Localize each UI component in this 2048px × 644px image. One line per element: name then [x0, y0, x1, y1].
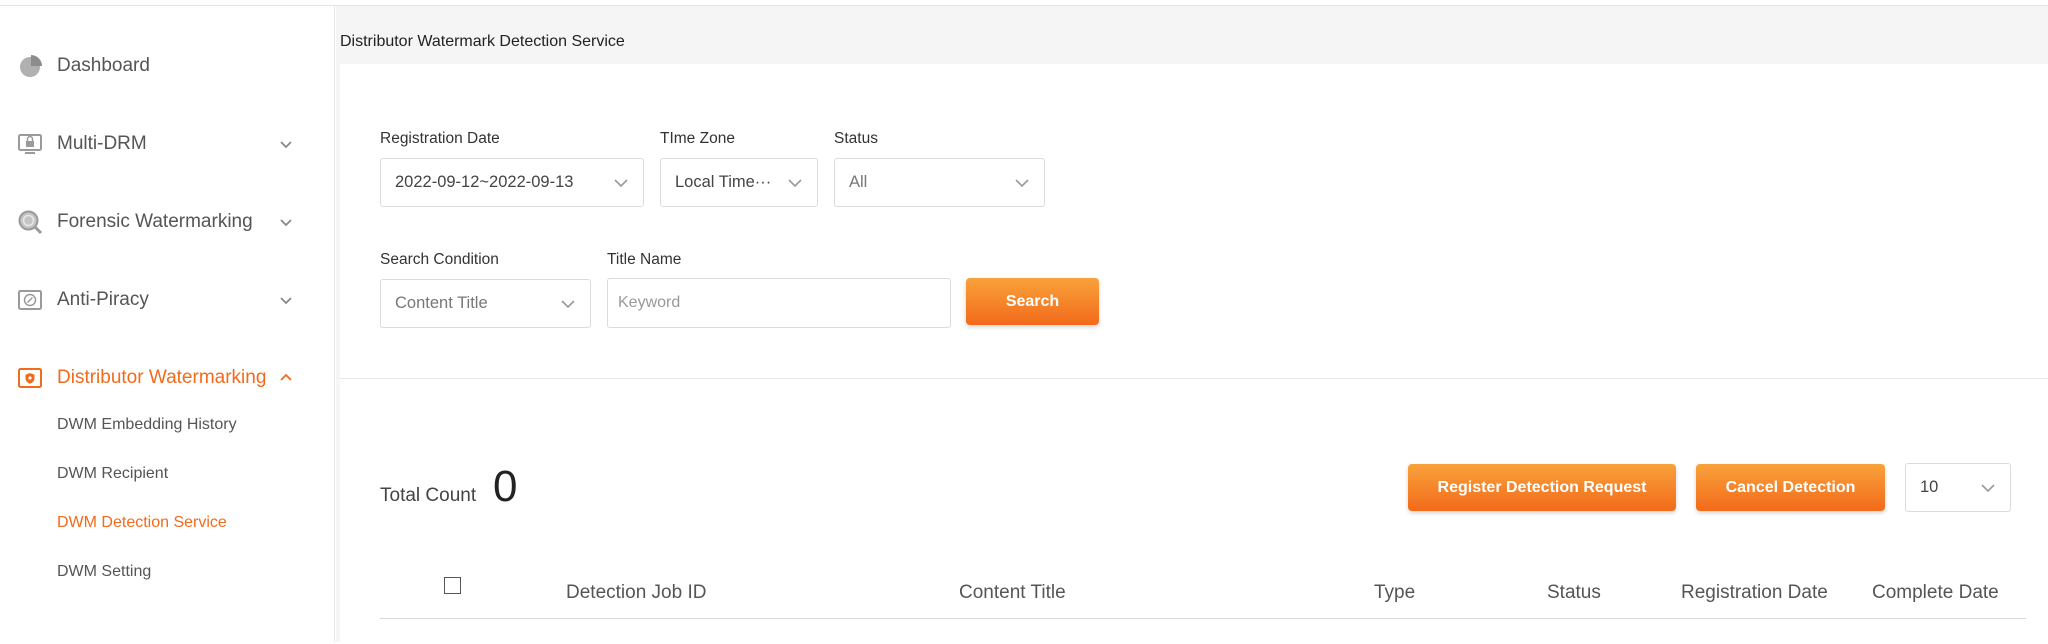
- chevron-up-icon: [280, 373, 292, 381]
- chevron-down-icon: [614, 179, 628, 188]
- sidebar-item-label: Multi-DRM: [57, 133, 147, 154]
- main-content: Distributor Watermark Detection Service …: [336, 6, 2048, 644]
- registration-date-value: 2022-09-12~2022-09-13: [395, 173, 574, 191]
- chevron-down-icon: [280, 297, 292, 305]
- table-header-divider: [380, 618, 2026, 619]
- status-label: Status: [834, 130, 878, 147]
- sidebar-item-label: Forensic Watermarking: [57, 211, 253, 232]
- search-condition-select[interactable]: Content Title: [380, 279, 591, 328]
- content-card: Registration Date 2022-09-12~2022-09-13 …: [340, 64, 2048, 644]
- title-name-label: Title Name: [607, 251, 682, 268]
- sidebar-item-multi-drm[interactable]: Multi-DRM: [0, 124, 335, 164]
- register-detection-request-button[interactable]: Register Detection Request: [1408, 464, 1676, 511]
- column-header-detection-job-id[interactable]: Detection Job ID: [566, 582, 706, 604]
- section-divider: [340, 378, 2048, 379]
- shield-frame-icon: [16, 364, 44, 392]
- monitor-lock-icon: [16, 130, 44, 158]
- magnifier-icon: [16, 208, 44, 236]
- registration-date-label: Registration Date: [380, 130, 500, 147]
- sidebar: Dashboard Multi-DRM Forensic Watermarkin…: [0, 6, 335, 642]
- column-header-content-title[interactable]: Content Title: [959, 582, 1066, 604]
- time-zone-select[interactable]: Local Time···: [660, 158, 818, 207]
- chevron-down-icon: [280, 219, 292, 227]
- cancel-detection-button[interactable]: Cancel Detection: [1696, 464, 1885, 511]
- sidebar-item-label: Distributor Watermarking: [57, 367, 267, 388]
- page-title: Distributor Watermark Detection Service: [340, 33, 625, 50]
- column-header-type[interactable]: Type: [1374, 582, 1415, 604]
- sidebar-subitem-dwm-embedding-history[interactable]: DWM Embedding History: [57, 416, 237, 434]
- sidebar-subitem-dwm-detection-service[interactable]: DWM Detection Service: [57, 514, 227, 532]
- total-count-label: Total Count: [380, 485, 477, 506]
- pie-chart-icon: [16, 52, 44, 80]
- sidebar-item-forensic-watermarking[interactable]: Forensic Watermarking: [0, 202, 335, 242]
- sidebar-item-label: Anti-Piracy: [57, 289, 149, 310]
- status-select[interactable]: All: [834, 158, 1045, 207]
- compass-frame-icon: [16, 286, 44, 314]
- total-count-value: 0: [493, 462, 518, 511]
- page-size-value: 10: [1920, 478, 1939, 496]
- page-size-select[interactable]: 10: [1905, 463, 2011, 512]
- sidebar-subitem-dwm-recipient[interactable]: DWM Recipient: [57, 465, 168, 483]
- title-name-input[interactable]: [607, 278, 951, 328]
- sidebar-item-anti-piracy[interactable]: Anti-Piracy: [0, 280, 335, 320]
- sidebar-subitem-dwm-setting[interactable]: DWM Setting: [57, 563, 151, 581]
- chevron-down-icon: [1981, 484, 1995, 493]
- chevron-down-icon: [1015, 179, 1029, 188]
- status-value: All: [849, 173, 868, 191]
- sidebar-item-dashboard[interactable]: Dashboard: [0, 46, 335, 86]
- search-condition-value: Content Title: [395, 294, 488, 312]
- chevron-down-icon: [788, 179, 802, 188]
- chevron-down-icon: [561, 300, 575, 309]
- chevron-down-icon: [280, 141, 292, 149]
- column-header-status[interactable]: Status: [1547, 582, 1601, 604]
- registration-date-picker[interactable]: 2022-09-12~2022-09-13: [380, 158, 644, 207]
- sidebar-item-distributor-watermarking[interactable]: Distributor Watermarking: [0, 358, 335, 398]
- search-button[interactable]: Search: [966, 278, 1099, 325]
- select-all-checkbox[interactable]: [444, 577, 461, 594]
- column-header-complete-date[interactable]: Complete Date: [1872, 582, 1999, 604]
- sidebar-item-label: Dashboard: [57, 55, 150, 76]
- column-header-registration-date[interactable]: Registration Date: [1681, 582, 1828, 604]
- search-condition-label: Search Condition: [380, 251, 499, 268]
- time-zone-label: TIme Zone: [660, 130, 735, 147]
- time-zone-value: Local Time···: [675, 173, 772, 191]
